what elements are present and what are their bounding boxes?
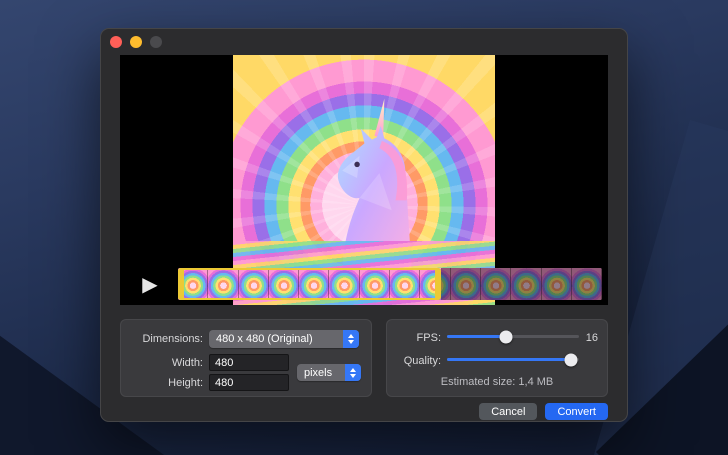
trim-selection[interactable] bbox=[178, 268, 441, 300]
fps-slider[interactable] bbox=[447, 329, 579, 343]
fps-label: FPS: bbox=[363, 332, 441, 344]
fps-slider-knob[interactable] bbox=[500, 330, 513, 343]
fps-slider-fill bbox=[447, 335, 506, 338]
trim-handle-left[interactable] bbox=[178, 268, 184, 300]
action-buttons: Cancel Convert bbox=[479, 403, 608, 420]
dropdown-stepper-icon bbox=[343, 330, 359, 348]
fps-slider-track bbox=[447, 335, 579, 338]
dropdown-stepper-icon bbox=[345, 364, 361, 381]
minimize-button[interactable] bbox=[130, 36, 142, 48]
dimensions-label: Dimensions: bbox=[125, 333, 203, 345]
play-icon: ▶ bbox=[142, 272, 157, 297]
play-button[interactable]: ▶ bbox=[134, 269, 166, 299]
gif-converter-window: ▶ Dimensions: 480 x 480 (Original) Width… bbox=[100, 28, 628, 422]
quality-slider[interactable] bbox=[447, 352, 579, 366]
unit-dropdown-value: pixels bbox=[304, 367, 332, 379]
width-input[interactable] bbox=[209, 354, 289, 371]
zoom-button[interactable] bbox=[150, 36, 162, 48]
convert-button[interactable]: Convert bbox=[545, 403, 608, 420]
trim-handle-right[interactable] bbox=[435, 268, 441, 300]
dimensions-dropdown-value: 480 x 480 (Original) bbox=[216, 333, 313, 345]
fps-value: 16 bbox=[586, 332, 598, 344]
width-label: Width: bbox=[125, 357, 203, 369]
encoding-panel: FPS: 16 Quality: Estimated size: 1,4 MB bbox=[386, 319, 608, 397]
quality-slider-knob[interactable] bbox=[565, 353, 578, 366]
video-preview: ▶ bbox=[120, 55, 608, 305]
window-titlebar[interactable] bbox=[100, 28, 628, 55]
quality-slider-fill bbox=[447, 358, 571, 361]
desktop-wallpaper: ▶ Dimensions: 480 x 480 (Original) Width… bbox=[0, 0, 728, 455]
quality-slider-track bbox=[447, 358, 579, 361]
height-label: Height: bbox=[125, 377, 203, 389]
close-button[interactable] bbox=[110, 36, 122, 48]
dimensions-dropdown[interactable]: 480 x 480 (Original) bbox=[209, 330, 359, 348]
dimensions-panel: Dimensions: 480 x 480 (Original) Width: … bbox=[120, 319, 372, 397]
filmstrip-dimmed-region bbox=[441, 268, 602, 300]
unit-dropdown[interactable]: pixels bbox=[297, 364, 361, 381]
height-input[interactable] bbox=[209, 374, 289, 391]
timeline-filmstrip[interactable] bbox=[178, 268, 602, 300]
quality-label: Quality: bbox=[363, 355, 441, 367]
estimated-size-text: Estimated size: 1,4 MB bbox=[387, 376, 607, 388]
cancel-button[interactable]: Cancel bbox=[479, 403, 537, 420]
